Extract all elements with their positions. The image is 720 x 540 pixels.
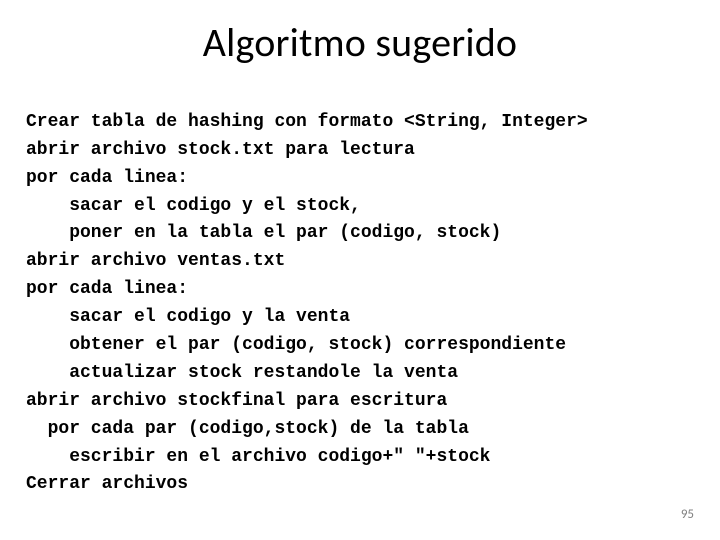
code-line: abrir archivo stockfinal para escritura — [26, 391, 447, 411]
code-line: Cerrar archivos — [26, 474, 188, 494]
page-number: 95 — [681, 507, 694, 522]
code-line: sacar el codigo y la venta — [26, 307, 350, 327]
code-line: abrir archivo ventas.txt — [26, 251, 285, 271]
code-line: Crear tabla de hashing con formato <Stri… — [26, 112, 588, 132]
slide: Algoritmo sugerido Crear tabla de hashin… — [0, 0, 720, 540]
slide-title: Algoritmo sugerido — [24, 18, 696, 67]
code-line: escribir en el archivo codigo+" "+stock — [26, 447, 490, 467]
code-line: por cada linea: — [26, 279, 188, 299]
code-line: por cada linea: — [26, 168, 188, 188]
code-line: abrir archivo stock.txt para lectura — [26, 140, 415, 160]
code-line: por cada par (codigo,stock) de la tabla — [26, 419, 469, 439]
code-line: actualizar stock restandole la venta — [26, 363, 458, 383]
code-line: poner en la tabla el par (codigo, stock) — [26, 223, 501, 243]
code-line: sacar el codigo y el stock, — [26, 196, 361, 216]
code-line: obtener el par (codigo, stock) correspon… — [26, 335, 566, 355]
pseudocode-block: Crear tabla de hashing con formato <Stri… — [26, 81, 696, 499]
